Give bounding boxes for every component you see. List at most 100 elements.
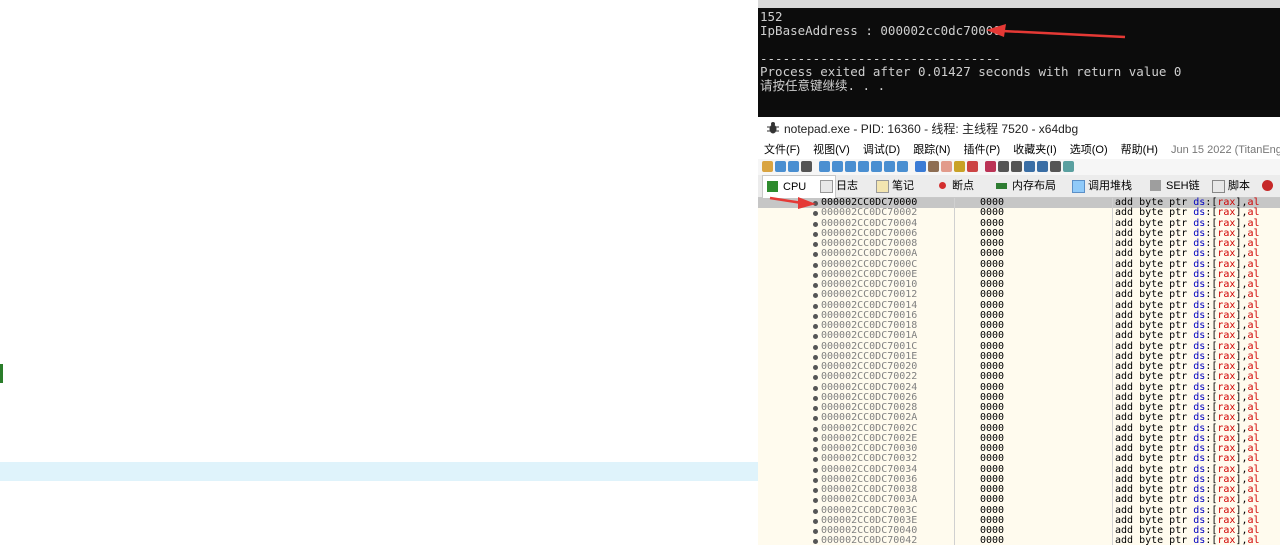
- breakpoint-dot-icon[interactable]: [813, 262, 818, 268]
- toolbar-button-icon[interactable]: [884, 161, 895, 172]
- breakpoint-dot-icon[interactable]: [813, 447, 818, 452]
- code-line[interactable]: [0, 241, 760, 260]
- toolbar-button-icon[interactable]: [985, 161, 996, 172]
- code-line[interactable]: [0, 74, 760, 93]
- code-line[interactable]: [0, 259, 760, 278]
- code-line[interactable]: [0, 18, 760, 37]
- breakpoint-dot-icon[interactable]: [813, 457, 818, 463]
- breakpoint-dot-icon[interactable]: [813, 344, 818, 350]
- breakpoint-dot-icon[interactable]: [813, 498, 818, 504]
- breakpoint-dot-icon[interactable]: [813, 508, 818, 514]
- toolbar-button-icon[interactable]: [897, 161, 908, 172]
- breakpoint-dot-icon[interactable]: [813, 231, 818, 237]
- toolbar-button-icon[interactable]: [775, 161, 786, 172]
- code-editor[interactable]: [0, 0, 760, 545]
- breakpoint-dot-icon[interactable]: [813, 324, 818, 329]
- code-line[interactable]: [0, 350, 760, 369]
- code-line[interactable]: [0, 315, 760, 334]
- code-line[interactable]: [0, 518, 760, 537]
- menu-help[interactable]: 帮助(H): [1121, 144, 1158, 156]
- tab-more[interactable]: [1258, 175, 1280, 197]
- toolbar-button-icon[interactable]: [1063, 161, 1074, 172]
- code-line[interactable]: [0, 462, 760, 481]
- toolbar-button-icon[interactable]: [967, 161, 978, 172]
- breakpoint-dot-icon[interactable]: [813, 334, 818, 340]
- breakpoint-dot-icon[interactable]: [813, 539, 818, 545]
- menu-trace[interactable]: 跟踪(N): [913, 144, 950, 156]
- code-line[interactable]: [0, 278, 760, 297]
- breakpoint-dot-icon[interactable]: [813, 283, 818, 288]
- code-line[interactable]: [0, 148, 760, 167]
- breakpoint-dot-icon[interactable]: [813, 426, 818, 432]
- code-line[interactable]: [0, 0, 760, 19]
- code-line[interactable]: [0, 222, 760, 241]
- toolbar-button-icon[interactable]: [928, 161, 939, 172]
- toolbar-button-icon[interactable]: [1011, 161, 1022, 172]
- toolbar-button-icon[interactable]: [788, 161, 799, 172]
- code-line[interactable]: [0, 111, 760, 130]
- menu-options[interactable]: 选项(O): [1070, 144, 1108, 156]
- breakpoint-dot-icon[interactable]: [813, 477, 818, 483]
- breakpoint-dot-icon[interactable]: [813, 242, 818, 247]
- breakpoint-dot-icon[interactable]: [813, 375, 818, 381]
- code-line[interactable]: [0, 443, 760, 462]
- toolbar-button-icon[interactable]: [845, 161, 856, 172]
- code-line[interactable]: [0, 55, 760, 74]
- toolbar-button-icon[interactable]: [1037, 161, 1048, 172]
- breakpoint-dot-icon[interactable]: [813, 406, 818, 411]
- toolbar-button-icon[interactable]: [819, 161, 830, 172]
- breakpoint-dot-icon[interactable]: [813, 211, 818, 217]
- breakpoint-dot-icon[interactable]: [813, 313, 818, 319]
- breakpoint-dot-icon[interactable]: [813, 293, 818, 299]
- console-window[interactable]: 152 IpBaseAddress : 000002cc0dc70000 ---…: [758, 0, 1280, 117]
- menu-file[interactable]: 文件(F): [764, 144, 800, 156]
- menu-view[interactable]: 视图(V): [813, 144, 850, 156]
- breakpoint-dot-icon[interactable]: [813, 529, 818, 534]
- breakpoint-dot-icon[interactable]: [813, 436, 818, 442]
- breakpoint-dot-icon[interactable]: [813, 385, 818, 391]
- breakpoint-dot-icon[interactable]: [813, 354, 818, 360]
- tab-memory-map[interactable]: 内存布局: [992, 175, 1078, 197]
- toolbar-button-icon[interactable]: [1024, 161, 1035, 172]
- toolbar-button-icon[interactable]: [858, 161, 869, 172]
- breakpoint-dot-icon[interactable]: [813, 467, 818, 473]
- breakpoint-dot-icon[interactable]: [813, 395, 818, 401]
- code-line[interactable]: [0, 296, 760, 315]
- toolbar-button-icon[interactable]: [762, 161, 773, 172]
- breakpoint-dot-icon[interactable]: [813, 252, 818, 258]
- breakpoint-dot-icon[interactable]: [813, 303, 818, 309]
- disassembly-row[interactable]: 000002CC0DC70042 0000 add byte ptr ds:[rax…: [758, 535, 1280, 545]
- toolbar-button-icon[interactable]: [998, 161, 1009, 172]
- code-line[interactable]: [0, 499, 760, 518]
- breakpoint-dot-icon[interactable]: [813, 416, 818, 422]
- toolbar-button-icon[interactable]: [954, 161, 965, 172]
- code-line[interactable]: [0, 185, 760, 204]
- x64dbg-window[interactable]: notepad.exe - PID: 16360 - 线程: 主线程 7520 …: [758, 117, 1280, 545]
- menu-plugins[interactable]: 插件(P): [964, 144, 1001, 156]
- code-line[interactable]: [0, 424, 760, 443]
- toolbar-button-icon[interactable]: [801, 161, 812, 172]
- code-line[interactable]: [0, 36, 760, 55]
- code-line[interactable]: [0, 481, 760, 500]
- toolbar-button-icon[interactable]: [832, 161, 843, 172]
- breakpoint-dot-icon[interactable]: [813, 272, 818, 278]
- code-line[interactable]: [0, 93, 760, 112]
- code-line[interactable]: [0, 370, 760, 389]
- code-line[interactable]: [0, 167, 760, 186]
- breakpoint-dot-icon[interactable]: [813, 221, 818, 227]
- breakpoint-dot-icon[interactable]: [813, 488, 818, 493]
- code-line[interactable]: [0, 405, 760, 424]
- toolbar-button-icon[interactable]: [915, 161, 926, 172]
- code-line[interactable]: [0, 204, 760, 223]
- toolbar-button-icon[interactable]: [941, 161, 952, 172]
- breakpoint-dot-icon[interactable]: [813, 365, 818, 370]
- toolbar-button-icon[interactable]: [1050, 161, 1061, 172]
- code-line[interactable]: [0, 537, 760, 545]
- menu-debug[interactable]: 调试(D): [863, 144, 900, 156]
- toolbar-button-icon[interactable]: [871, 161, 882, 172]
- menu-favorites[interactable]: 收藏夹(I): [1013, 144, 1056, 156]
- breakpoint-dot-icon[interactable]: [813, 518, 818, 524]
- row-address: 000002CC0DC70022: [821, 371, 918, 383]
- disassembly-view[interactable]: 000002CC0DC70000 0000 add byte ptr ds:[rax…: [758, 197, 1280, 545]
- code-line[interactable]: [0, 130, 760, 149]
